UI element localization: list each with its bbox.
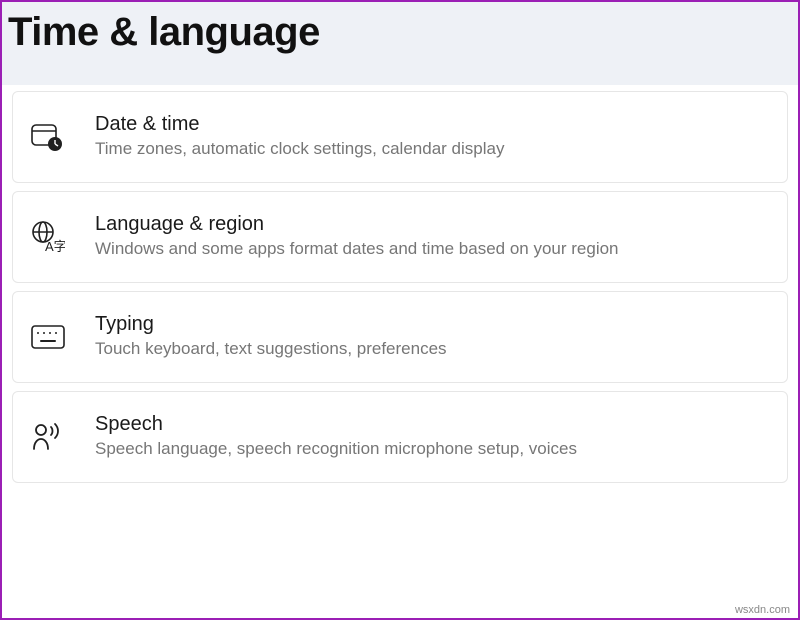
settings-item-text: Typing Touch keyboard, text suggestions,… [95, 313, 769, 360]
settings-item-language-region[interactable]: A字 Language & region Windows and some ap… [12, 191, 788, 283]
settings-item-speech[interactable]: Speech Speech language, speech recogniti… [12, 391, 788, 483]
settings-item-description: Touch keyboard, text suggestions, prefer… [95, 338, 769, 360]
settings-item-date-time[interactable]: Date & time Time zones, automatic clock … [12, 91, 788, 183]
keyboard-icon [31, 325, 71, 349]
settings-item-description: Speech language, speech recognition micr… [95, 438, 769, 460]
settings-item-title: Date & time [95, 113, 769, 136]
header: Time & language [2, 2, 798, 85]
settings-item-title: Typing [95, 313, 769, 336]
settings-item-text: Language & region Windows and some apps … [95, 213, 769, 260]
globe-language-icon: A字 [31, 221, 71, 253]
calendar-clock-icon [31, 122, 71, 152]
settings-item-title: Speech [95, 413, 769, 436]
settings-item-text: Date & time Time zones, automatic clock … [95, 113, 769, 160]
settings-item-description: Time zones, automatic clock settings, ca… [95, 138, 769, 160]
settings-item-title: Language & region [95, 213, 769, 236]
watermark: wsxdn.com [733, 604, 792, 616]
speech-icon [31, 422, 71, 452]
settings-item-text: Speech Speech language, speech recogniti… [95, 413, 769, 460]
svg-text:A字: A字 [45, 239, 65, 253]
page-title: Time & language [8, 10, 798, 55]
settings-item-description: Windows and some apps format dates and t… [95, 238, 769, 260]
settings-item-typing[interactable]: Typing Touch keyboard, text suggestions,… [12, 291, 788, 383]
settings-items-list: Date & time Time zones, automatic clock … [2, 85, 798, 483]
settings-panel: Time & language Date & time Time zones, … [0, 0, 800, 620]
